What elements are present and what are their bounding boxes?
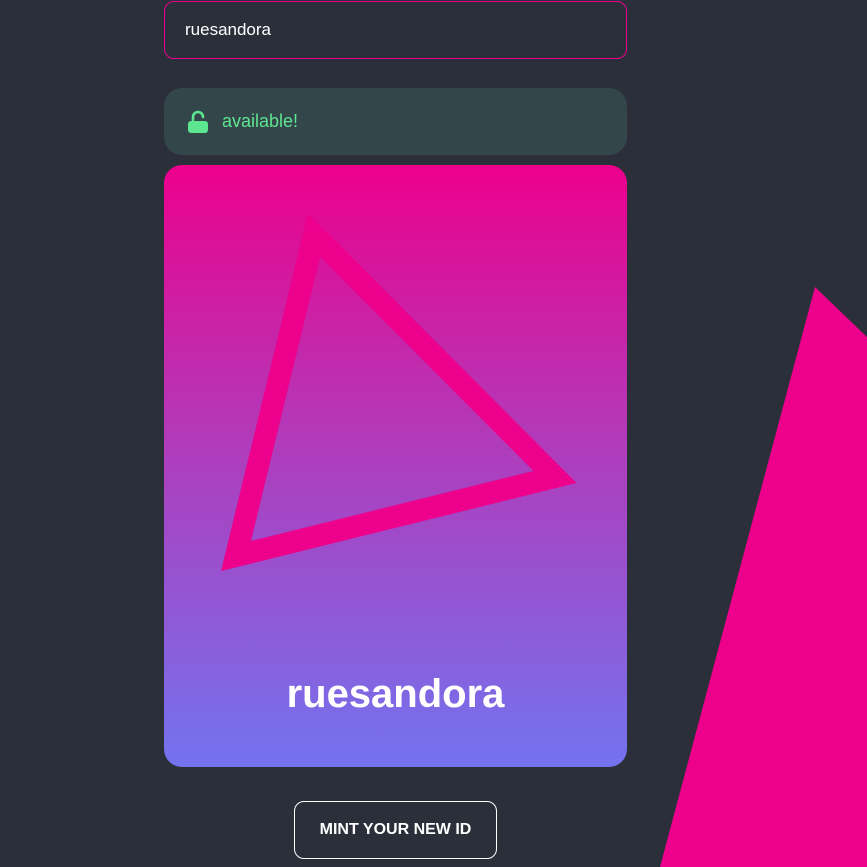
username-input[interactable] bbox=[164, 1, 627, 59]
availability-status-text: available! bbox=[222, 111, 299, 131]
page: available! ruesandora MINT YOUR NEW ID bbox=[0, 0, 867, 867]
availability-status-banner: available! bbox=[164, 88, 627, 155]
unlock-icon bbox=[186, 110, 210, 134]
mint-id-button[interactable]: MINT YOUR NEW ID bbox=[294, 801, 497, 859]
background-triangle-shape bbox=[660, 287, 867, 867]
nft-card-name: ruesandora bbox=[286, 672, 505, 716]
